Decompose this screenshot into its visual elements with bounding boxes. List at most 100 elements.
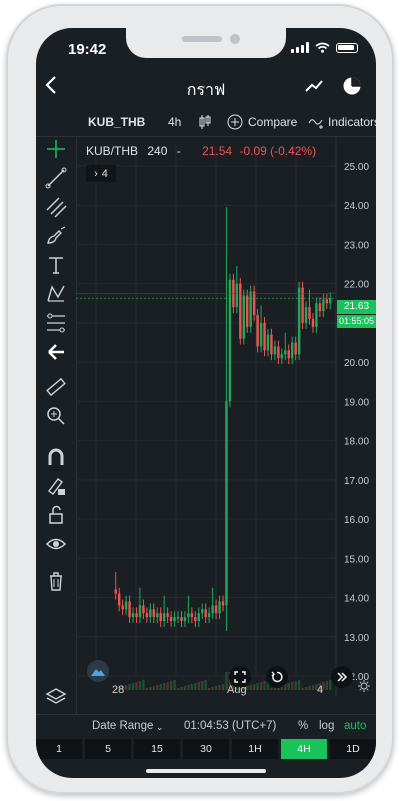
timeframe-button[interactable]: 1 — [36, 739, 82, 759]
volume-bar — [218, 685, 221, 690]
price-tick-label: 16.00 — [344, 515, 369, 526]
candle-body — [169, 617, 173, 622]
indicators-icon[interactable] — [308, 114, 326, 130]
trash-icon[interactable] — [45, 570, 67, 592]
indicator-collapse-button[interactable]: › 4 — [86, 165, 116, 182]
symbol-selector[interactable]: KUB_THB — [88, 115, 145, 129]
line-chart-icon[interactable] — [304, 76, 324, 96]
price-chart[interactable]: 25.0024.0023.0022.0021.0020.0019.0018.00… — [76, 136, 376, 716]
candle-body — [197, 613, 200, 622]
pitchfork-icon[interactable] — [45, 196, 67, 218]
volume-bar — [187, 685, 190, 690]
signal-icon — [291, 42, 309, 53]
volume-bar — [149, 687, 152, 690]
scroll-to-latest-button[interactable] — [331, 666, 353, 688]
crosshair-icon[interactable] — [45, 138, 67, 160]
interval-selector[interactable]: 4h — [168, 115, 181, 129]
chart-settings-icon[interactable] — [358, 679, 370, 697]
timeframe-button[interactable]: 1H — [232, 739, 278, 759]
timeframe-button[interactable]: 30 — [183, 739, 229, 759]
candle-body — [180, 617, 183, 622]
volume-bar — [128, 684, 131, 690]
indicators-button[interactable]: Indicators — [328, 115, 376, 129]
trend-line-icon[interactable] — [45, 167, 67, 189]
arrow-left-icon[interactable] — [45, 341, 67, 363]
candle-body — [162, 613, 166, 622]
layers-icon[interactable] — [45, 686, 67, 708]
logo-button[interactable] — [87, 660, 109, 682]
drawing-toolbar — [36, 136, 77, 716]
app-screen: 19:42 กราฟ KUB_THB 4h Compare Indicators — [36, 28, 376, 778]
legend-value: 21.54 — [202, 144, 233, 158]
candle-body — [311, 319, 315, 327]
phone-frame: 19:42 กราฟ KUB_THB 4h Compare Indicators — [6, 4, 394, 794]
timeframe-button-active[interactable]: 4H — [281, 739, 327, 759]
candle-body — [287, 350, 290, 359]
pie-chart-icon[interactable] — [342, 76, 362, 96]
chevron-down-icon[interactable]: ⌄ — [156, 722, 164, 733]
log-toggle[interactable]: log — [319, 720, 334, 732]
chart-canvas[interactable]: 25.0024.0023.0022.0021.0020.0019.0018.00… — [76, 136, 376, 716]
time-label: Aug — [227, 684, 247, 696]
volume-bar — [214, 686, 218, 690]
candles-icon[interactable] — [198, 114, 212, 130]
price-tick-label: 24.00 — [344, 201, 369, 212]
candle-body — [173, 617, 176, 622]
wifi-icon — [315, 42, 330, 53]
date-range-selector[interactable]: Date Range — [92, 720, 153, 732]
candle-body — [145, 613, 149, 618]
candle-body — [176, 617, 180, 619]
mountain-logo-icon — [91, 669, 105, 676]
timeframe-button[interactable]: 5 — [85, 739, 131, 759]
eye-icon[interactable] — [45, 533, 67, 555]
candle-body — [256, 315, 259, 347]
candle-body — [294, 342, 297, 355]
candle-body — [263, 322, 266, 351]
pattern-icon[interactable] — [45, 283, 67, 305]
brush-icon[interactable] — [45, 225, 67, 247]
candle-body — [187, 613, 190, 618]
candle-body — [301, 287, 304, 323]
candle-body — [329, 298, 332, 304]
timeframe-button[interactable]: 15 — [134, 739, 180, 759]
candle-body — [297, 287, 301, 355]
price-tick-label: 20.00 — [344, 358, 369, 369]
price-tick-label: 22.00 — [344, 280, 369, 291]
legend-change: -0.09 (-0.42%) — [239, 144, 317, 158]
text-icon[interactable] — [45, 254, 67, 276]
magnet-icon[interactable] — [45, 446, 67, 468]
timeframe-button[interactable]: 1D — [330, 739, 376, 759]
volume-bar — [190, 684, 194, 690]
volume-bar — [256, 683, 259, 690]
legend-interval: 240 — [147, 144, 168, 158]
volume-bar — [156, 685, 159, 690]
time-label: 4 — [317, 684, 324, 696]
percent-toggle[interactable]: % — [298, 720, 308, 732]
status-time: 19:42 — [68, 41, 107, 58]
zoom-in-icon[interactable] — [45, 405, 67, 427]
candle-body — [190, 613, 194, 618]
lock-drawing-icon[interactable] — [45, 475, 67, 497]
compare-button[interactable]: Compare — [248, 115, 297, 129]
candle-body — [166, 613, 169, 618]
candle-body — [159, 613, 162, 622]
candle-body — [183, 617, 187, 622]
candle-body — [128, 601, 131, 618]
volume-bar — [221, 684, 225, 690]
volume-bar — [270, 688, 273, 690]
legend-pair: KUB/THB — [86, 144, 139, 158]
chart-legend: KUB/THB 240 - 21.54 -0.09 (-0.42%) — [86, 144, 316, 158]
reset-chart-button[interactable] — [266, 666, 288, 688]
candle-body — [194, 617, 197, 622]
add-compare-icon[interactable] — [227, 114, 243, 130]
chart-toolbar: KUB_THB 4h Compare Indicators — [36, 110, 376, 137]
volume-bar — [201, 681, 204, 690]
fib-icon[interactable] — [45, 312, 67, 334]
candle-body — [266, 334, 270, 351]
volume-bar — [173, 680, 176, 690]
double-chevron-right-icon — [337, 672, 348, 682]
price-tick-label: 23.00 — [344, 240, 369, 251]
ruler-icon[interactable] — [45, 376, 67, 398]
auto-toggle[interactable]: auto — [344, 720, 366, 732]
unlock-icon[interactable] — [45, 504, 67, 526]
